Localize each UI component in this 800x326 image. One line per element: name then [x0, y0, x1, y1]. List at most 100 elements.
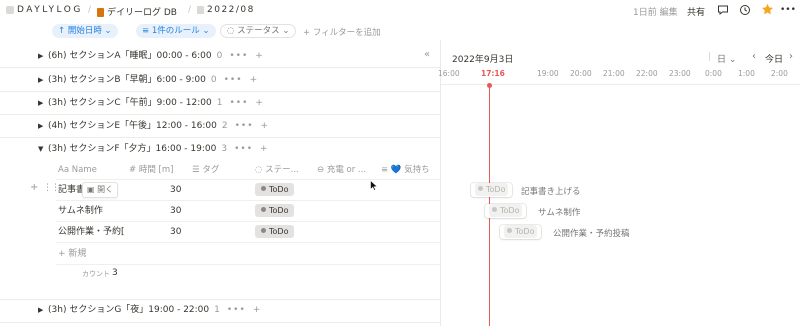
collapse-table-button[interactable]: « — [424, 49, 430, 60]
row-status[interactable]: ToDo — [255, 201, 295, 221]
column-header-minutes[interactable]: # 時間 [m] — [129, 161, 173, 179]
row-minutes[interactable]: 30 — [170, 180, 181, 200]
drag-handle-icon[interactable]: ⋮⋮ — [43, 183, 60, 193]
status-badge: ToDo — [255, 225, 295, 238]
share-button[interactable]: 共有 — [687, 5, 705, 18]
breadcrumb-page[interactable]: デイリーログ DB — [97, 5, 177, 18]
group-more-icon[interactable]: ••• — [229, 51, 248, 61]
select-property-icon: ⊖ — [317, 165, 327, 175]
divider — [56, 264, 440, 265]
column-header-charge[interactable]: ⊖ 充電 or ... — [317, 161, 366, 179]
chevron-down-icon: ⌄ — [202, 26, 210, 36]
divider — [0, 67, 440, 68]
book-icon — [97, 8, 104, 17]
rule-pill[interactable]: ≡ 1件のルール ⌄ — [136, 24, 216, 38]
text-property-icon: Aa — [58, 165, 72, 175]
timeline-item-card[interactable]: ToDo — [485, 204, 527, 218]
favorite-star-icon[interactable] — [761, 3, 774, 19]
timeline-item-card[interactable]: ToDo — [500, 225, 542, 239]
group-header-g[interactable]: ▶ (3h) セクションG「夜」19:00 - 22:00 1 ••• + — [38, 299, 261, 321]
row-name[interactable]: 公開作業・予約[ — [58, 222, 125, 242]
status-filter-pill[interactable]: ◌ ステータス ⌄ — [220, 24, 297, 38]
open-row-button[interactable]: ▣ 開く — [82, 182, 119, 198]
sliders-icon: ≡ — [142, 26, 152, 36]
next-arrow-icon[interactable]: › — [789, 51, 793, 62]
caret-right-icon[interactable]: ▶ — [38, 45, 48, 67]
number-property-icon: # — [129, 165, 139, 175]
row-minutes[interactable]: 30 — [170, 201, 181, 221]
breadcrumb-separator: / — [88, 5, 92, 15]
time-tick: 20:00 — [570, 69, 592, 78]
caret-right-icon[interactable]: ▶ — [38, 115, 48, 137]
group-add-icon[interactable]: + — [250, 75, 259, 85]
previous-arrow-icon[interactable]: ‹ — [752, 51, 756, 62]
caret-down-icon[interactable]: ▼ — [38, 138, 48, 160]
timeline-item-label[interactable]: 記事書き上げる — [521, 185, 581, 197]
top-bar: DAYLYLOG / デイリーログ DB / 2022/08 1日前 編集 共有… — [0, 0, 800, 22]
group-header-f[interactable]: ▼ (3h) セクションF「夕方」16:00 - 19:00 3 ••• + — [38, 138, 269, 160]
comment-icon[interactable] — [717, 4, 729, 19]
group-more-icon[interactable]: ••• — [227, 305, 246, 315]
table-timeline-divider — [440, 40, 441, 326]
status-icon: ◌ — [227, 26, 238, 36]
sort-pill[interactable]: ↑ 開始日時 ⌄ — [52, 24, 118, 38]
time-tick: 19:00 — [537, 69, 559, 78]
group-header-b[interactable]: ▶ (3h) セクションB「早朝」6:00 - 9:00 0 ••• + — [38, 69, 258, 91]
column-header-feeling[interactable]: ≡ 💙 気持ち — [381, 161, 430, 179]
group-add-icon[interactable]: + — [261, 121, 270, 131]
toolbar-separator: | — [708, 52, 712, 62]
group-add-icon[interactable]: + — [253, 305, 262, 315]
chevron-down-icon: ⌄ — [728, 55, 737, 65]
column-header-status[interactable]: ◌ ステー... — [255, 161, 299, 179]
chevron-down-icon: ⌄ — [104, 26, 112, 36]
breadcrumb-workspace[interactable]: DAYLYLOG — [6, 5, 83, 15]
group-add-icon[interactable]: + — [260, 144, 269, 154]
column-header-tag[interactable]: ☰ タグ — [192, 161, 219, 179]
status-badge: ToDo — [504, 225, 538, 238]
group-header-a[interactable]: ▶ (6h) セクションA「睡眠」00:00 - 6:00 0 ••• + — [38, 45, 264, 67]
group-more-icon[interactable]: ••• — [224, 75, 243, 85]
time-tick: 23:00 — [669, 69, 691, 78]
row-name[interactable]: サムネ制作 — [58, 201, 103, 221]
row-status[interactable]: ToDo — [255, 180, 295, 200]
add-filter-button[interactable]: + フィルターを追加 — [303, 26, 381, 38]
caret-right-icon[interactable]: ▶ — [38, 299, 48, 321]
new-row-button[interactable]: + 新規 — [58, 244, 86, 264]
column-header-name[interactable]: Aa Name — [58, 161, 97, 179]
breadcrumb-view[interactable]: 2022/08 — [197, 5, 255, 15]
row-add-icon[interactable]: + — [30, 182, 38, 193]
group-add-icon[interactable]: + — [255, 98, 264, 108]
timeline-item-label[interactable]: サムネ制作 — [538, 206, 580, 218]
row-minutes[interactable]: 30 — [170, 222, 181, 242]
count-label: カウント — [82, 270, 110, 278]
divider — [56, 179, 440, 180]
count-value: 3 — [112, 268, 118, 278]
group-more-icon[interactable]: ••• — [235, 121, 254, 131]
timeline-item-card[interactable]: ToDo — [471, 183, 513, 197]
scale-dropdown[interactable]: 日 ⌄ — [717, 52, 736, 65]
group-more-icon[interactable]: ••• — [229, 98, 248, 108]
text-lines-icon: ≡ — [381, 165, 391, 175]
caret-right-icon[interactable]: ▶ — [38, 92, 48, 114]
divider — [56, 242, 440, 243]
workspace-icon — [6, 5, 14, 14]
filter-bar: ↑ 開始日時 ⌄ ≡ 1件のルール ⌄ ◌ ステータス ⌄ + フィルターを追加 — [0, 22, 800, 40]
caret-right-icon[interactable]: ▶ — [38, 69, 48, 91]
mouse-cursor-icon — [370, 179, 379, 194]
row-status[interactable]: ToDo — [255, 222, 295, 242]
status-property-icon: ◌ — [255, 165, 266, 175]
timeline-item-label[interactable]: 公開作業・予約投稿 — [553, 227, 630, 239]
group-header-c[interactable]: ▶ (3h) セクションC「午前」9:00 - 12:00 1 ••• + — [38, 92, 264, 114]
chevron-down-icon: ⌄ — [282, 26, 290, 36]
today-button[interactable]: 今日 — [765, 52, 783, 65]
timeline-header-divider — [441, 84, 800, 85]
group-header-e[interactable]: ▶ (4h) セクションE「午後」12:00 - 16:00 2 ••• + — [38, 115, 269, 137]
list-property-icon: ☰ — [192, 165, 203, 175]
status-badge: ToDo — [255, 183, 295, 196]
page-icon — [197, 5, 204, 14]
row-name[interactable]: 記事書 — [58, 180, 85, 200]
group-more-icon[interactable]: ••• — [234, 144, 253, 154]
group-add-icon[interactable]: + — [255, 51, 264, 61]
history-icon[interactable] — [739, 4, 751, 19]
more-menu-button[interactable]: ••• — [780, 5, 796, 15]
